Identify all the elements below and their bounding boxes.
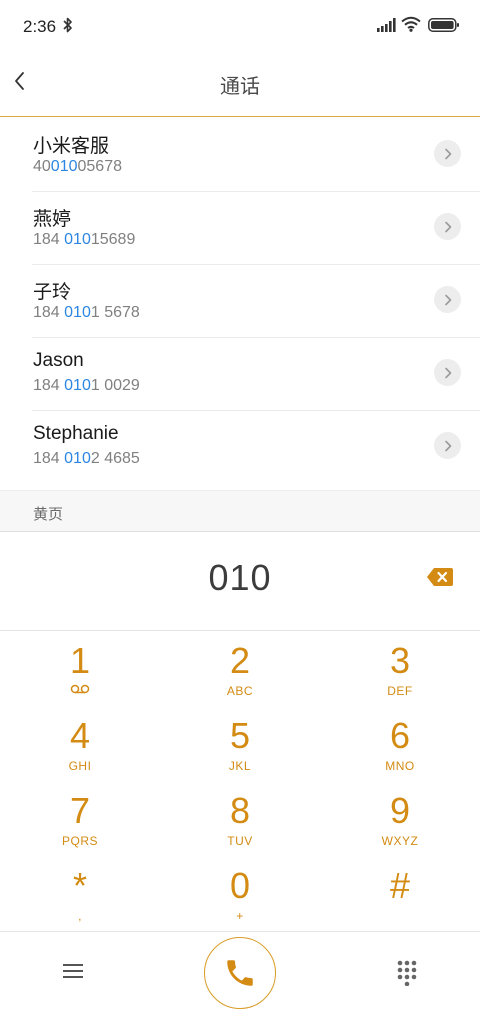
key-3[interactable]: 3 DEF	[320, 632, 480, 707]
contact-number: 4001005678	[33, 158, 122, 175]
call-button[interactable]	[204, 937, 276, 1009]
number-match-highlight: 010	[50, 158, 78, 175]
yellow-pages-section[interactable]: 黄页	[0, 490, 480, 532]
key-letters: WXYZ	[381, 834, 419, 848]
key-digit: 1	[69, 640, 91, 681]
key-0[interactable]: 0 +	[160, 857, 320, 932]
key-letters: DEF	[387, 684, 413, 698]
contact-detail-button[interactable]	[434, 286, 461, 313]
key-digit: *	[72, 865, 87, 906]
phone-icon	[227, 960, 253, 986]
bluetooth-icon	[63, 16, 73, 39]
key-digit: 2	[229, 640, 251, 681]
chevron-right-icon	[444, 294, 451, 305]
contact-detail-button[interactable]	[434, 359, 461, 386]
contact-name: 子玲	[33, 282, 72, 303]
key-9[interactable]: 9 WXYZ	[320, 782, 480, 857]
dialed-number: 010	[208, 557, 272, 598]
contact-number: 184 0101 0029	[33, 377, 140, 394]
dialpad-icon	[397, 960, 417, 986]
chevron-right-icon	[444, 148, 451, 159]
contact-list: 小米客服 4001005678 燕婷 184 01015689 子玲 184 0…	[0, 118, 480, 483]
key-letters: TUV	[227, 834, 253, 848]
voicemail-icon	[70, 684, 90, 694]
contact-row[interactable]: 子玲 184 0101 5678	[0, 264, 480, 337]
keypad: 1 2 ABC 3 DEF 4 GHI 5 JKL 6 MNO 7 PQRS 8…	[0, 632, 480, 930]
chevron-right-icon	[444, 367, 451, 378]
key-digit: #	[389, 865, 411, 906]
contact-row[interactable]: Jason 184 0101 0029	[0, 337, 480, 410]
key-digit: 5	[229, 715, 251, 756]
key-6[interactable]: 6 MNO	[320, 707, 480, 782]
number-match-highlight: 010	[64, 304, 91, 321]
key-letters: +	[236, 909, 244, 923]
contact-detail-button[interactable]	[434, 213, 461, 240]
key-7[interactable]: 7 PQRS	[0, 782, 160, 857]
contact-number: 184 0101 5678	[33, 304, 140, 321]
key-1[interactable]: 1	[0, 632, 160, 707]
key-digit: 4	[69, 715, 91, 756]
key-letters: MNO	[385, 759, 415, 773]
menu-button[interactable]	[60, 960, 86, 982]
bottom-bar	[0, 931, 480, 1013]
contact-name: 燕婷	[33, 209, 72, 230]
page-title: 通话	[220, 76, 260, 98]
dial-display: 010	[0, 533, 480, 631]
contact-name: Jason	[33, 350, 84, 371]
contact-detail-button[interactable]	[434, 432, 461, 459]
status-bar: 2:36	[0, 0, 480, 52]
key-letters: ,	[78, 909, 82, 923]
contact-row[interactable]: Stephanie 184 0102 4685	[0, 410, 480, 483]
dialpad-toggle-button[interactable]	[394, 960, 420, 986]
menu-icon	[63, 964, 83, 978]
backspace-button[interactable]	[425, 565, 455, 589]
key-digit: 3	[389, 640, 411, 681]
chevron-right-icon	[444, 221, 451, 232]
signal-icon	[377, 18, 397, 37]
battery-icon	[428, 17, 460, 38]
yellow-pages-label: 黄页	[33, 506, 64, 523]
key-5[interactable]: 5 JKL	[160, 707, 320, 782]
contact-number: 184 0102 4685	[33, 450, 140, 467]
key-8[interactable]: 8 TUV	[160, 782, 320, 857]
wifi-icon	[401, 16, 421, 37]
status-time: 2:36	[23, 17, 57, 36]
key-letters: GHI	[68, 759, 92, 773]
chevron-right-icon	[444, 440, 451, 451]
key-letters: ABC	[226, 684, 254, 698]
key-digit: 0	[229, 865, 251, 906]
key-letters: PQRS	[61, 834, 98, 848]
key-digit: 6	[389, 715, 411, 756]
key-2[interactable]: 2 ABC	[160, 632, 320, 707]
key-digit: 8	[229, 790, 251, 831]
key-star[interactable]: * ,	[0, 857, 160, 932]
number-match-highlight: 010	[64, 377, 91, 394]
key-digit: 7	[69, 790, 91, 831]
contact-row[interactable]: 燕婷 184 01015689	[0, 191, 480, 264]
key-digit: 9	[389, 790, 411, 831]
contact-name: 小米客服	[33, 136, 110, 157]
backspace-icon	[427, 568, 453, 586]
contact-row[interactable]: 小米客服 4001005678	[0, 118, 480, 191]
number-match-highlight: 010	[64, 450, 91, 467]
contact-name: Stephanie	[33, 423, 119, 444]
key-4[interactable]: 4 GHI	[0, 707, 160, 782]
key-hash[interactable]: #	[320, 857, 480, 932]
number-match-highlight: 010	[64, 231, 91, 248]
key-letters: JKL	[228, 759, 252, 773]
contact-detail-button[interactable]	[434, 140, 461, 167]
title-bar: 通话	[0, 52, 480, 117]
contact-number: 184 01015689	[33, 231, 136, 248]
